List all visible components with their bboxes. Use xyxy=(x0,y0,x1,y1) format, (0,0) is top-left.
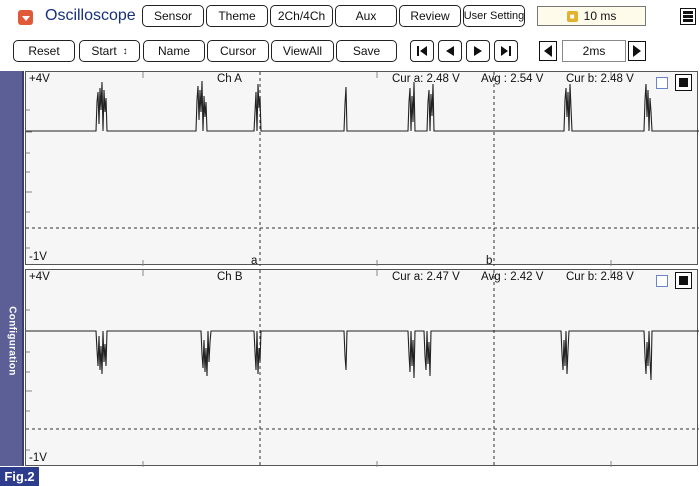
configuration-label: Configuration xyxy=(6,306,18,376)
app-title: Oscilloscope xyxy=(45,7,136,24)
channel-a-waveform xyxy=(26,80,699,132)
tab-sensor[interactable]: Sensor xyxy=(142,5,204,27)
channel-b-cursor-a-value: Cur a: 2.47 V xyxy=(392,271,460,283)
channel-a-stop-icon[interactable] xyxy=(675,74,692,91)
channel-b-average-value: Avg : 2.42 V xyxy=(481,271,544,283)
tab-review[interactable]: Review xyxy=(399,5,461,27)
zoom-value: 2ms xyxy=(562,40,626,62)
timebase-display[interactable]: ■ 10 ms xyxy=(537,6,646,26)
channel-a-panel[interactable]: +4V Ch A Cur a: 2.48 V Avg : 2.54 V Cur … xyxy=(25,71,699,267)
cursor-button[interactable]: Cursor xyxy=(207,40,269,62)
hamburger-menu-icon[interactable] xyxy=(680,8,696,25)
channel-a-cursor-b-value: Cur b: 2.48 V xyxy=(566,73,634,85)
tab-user-setting[interactable]: User Setting xyxy=(463,5,525,27)
channel-a-bottom-scale: -1V xyxy=(29,251,47,263)
channel-b-bottom-scale: -1V xyxy=(29,452,47,464)
zoom-decrease-icon[interactable] xyxy=(539,41,557,61)
save-button[interactable]: Save xyxy=(336,40,397,62)
skip-to-start-icon[interactable] xyxy=(410,40,434,62)
channel-b-select-checkbox[interactable] xyxy=(656,275,668,287)
tab-theme[interactable]: Theme xyxy=(206,5,268,27)
name-button[interactable]: Name xyxy=(143,40,205,62)
start-label: Start xyxy=(91,44,117,58)
channel-b-stop-icon[interactable] xyxy=(675,272,692,289)
channel-b-panel[interactable]: +4V Ch B Cur a: 2.47 V Avg : 2.42 V Cur … xyxy=(25,269,699,467)
up-down-arrows-icon: ↕ xyxy=(122,45,128,57)
channel-b-name: Ch B xyxy=(217,271,243,283)
channel-b-waveform xyxy=(26,330,699,381)
tab-aux[interactable]: Aux xyxy=(335,5,397,27)
channel-a-trace-area[interactable] xyxy=(26,72,699,266)
lock-icon: ■ xyxy=(566,10,578,22)
channel-a-grid xyxy=(26,72,699,266)
oscilloscope-window: Oscilloscope Sensor Theme 2Ch/4Ch Aux Re… xyxy=(0,0,700,467)
channel-a-name: Ch A xyxy=(217,73,242,85)
channel-a-select-checkbox[interactable] xyxy=(656,77,668,89)
cursor-b-marker[interactable]: b xyxy=(486,255,492,267)
channel-a-average-value: Avg : 2.54 V xyxy=(481,73,544,85)
channel-b-top-scale: +4V xyxy=(29,271,50,283)
figure-label: Fig.2 xyxy=(0,467,39,486)
reset-button[interactable]: Reset xyxy=(13,40,75,62)
channel-a-top-scale: +4V xyxy=(29,73,50,85)
channel-b-trace-area[interactable] xyxy=(26,270,699,467)
channel-b-cursor-b-value: Cur b: 2.48 V xyxy=(566,271,634,283)
skip-to-end-icon[interactable] xyxy=(494,40,518,62)
step-forward-icon[interactable] xyxy=(466,40,490,62)
channel-b-grid xyxy=(26,270,699,467)
channel-a-cursor-a-value: Cur a: 2.48 V xyxy=(392,73,460,85)
step-back-icon[interactable] xyxy=(438,40,462,62)
dropdown-arrow-icon[interactable] xyxy=(18,10,33,25)
tab-2ch-4ch[interactable]: 2Ch/4Ch xyxy=(270,5,333,27)
zoom-increase-icon[interactable] xyxy=(628,41,646,61)
start-button[interactable]: Start ↕ xyxy=(79,40,140,62)
cursor-a-marker[interactable]: a xyxy=(251,255,257,267)
configuration-side-tab[interactable]: Configuration xyxy=(0,71,24,466)
viewall-button[interactable]: ViewAll xyxy=(271,40,334,62)
timebase-value: 10 ms xyxy=(583,9,617,23)
